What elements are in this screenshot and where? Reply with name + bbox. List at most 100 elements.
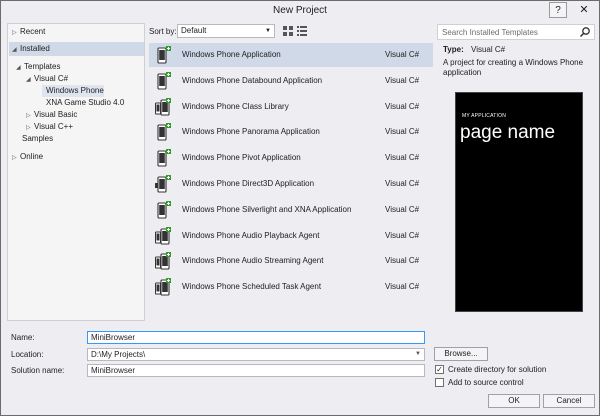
template-row[interactable]: Windows Phone Audio Playback Agent Visual…: [149, 224, 433, 248]
phone-pivot-icon: [155, 149, 171, 167]
template-language: Visual C#: [385, 50, 420, 59]
tree-item-label: Templates: [24, 62, 61, 71]
template-name: Windows Phone Databound Application: [182, 75, 323, 85]
template-language: Visual C#: [385, 204, 420, 214]
phone-preview: MY APPLICATION page name: [455, 92, 583, 312]
template-toolbar: Sort by: Default ▼: [149, 23, 433, 41]
chevron-down-icon: ▼: [415, 351, 421, 357]
template-row[interactable]: Windows Phone Direct3D Application Visual…: [149, 172, 433, 196]
source-control-label: Add to source control: [448, 378, 524, 387]
tree-item-recent[interactable]: ▷ Recent: [12, 26, 45, 38]
template-name: Windows Phone Application: [182, 50, 281, 59]
create-directory-checkbox[interactable]: ✓: [435, 365, 444, 374]
tree-item-label: Online: [20, 152, 44, 161]
template-name: Windows Phone Audio Streaming Agent: [182, 256, 324, 266]
template-row[interactable]: Windows Phone Application Visual C#: [149, 43, 433, 67]
template-name: Windows Phone Scheduled Task Agent: [182, 282, 322, 292]
tree-item-samples[interactable]: Samples: [22, 133, 53, 145]
phone-silverlight-xna-icon: [155, 200, 171, 219]
template-tree: ▷ Recent ◢ Installed ◢ Templates ◢ Visual C#…: [7, 23, 145, 321]
location-field[interactable]: D:\My Projects\ ▼: [87, 348, 425, 361]
tree-item-label: Installed: [20, 44, 50, 53]
template-description: A project for creating a Windows Phone a…: [443, 58, 584, 77]
type-label: Type:: [443, 45, 464, 54]
template-language: Visual C#: [385, 153, 420, 163]
location-value: D:\My Projects\: [91, 350, 146, 359]
template-name: Windows Phone Audio Playback Agent: [182, 230, 320, 240]
template-language: Visual C#: [385, 230, 420, 240]
expand-arrow-icon: ▷: [12, 155, 17, 161]
search-icon[interactable]: [579, 26, 591, 38]
template-details: Search Installed Templates Type: Visual …: [437, 23, 595, 321]
help-button[interactable]: ?: [549, 2, 567, 18]
template-language: Visual C#: [385, 179, 420, 188]
list-view-icon[interactable]: [297, 26, 307, 36]
phone-direct3d-icon: [155, 175, 171, 193]
close-button[interactable]: ✕: [575, 2, 593, 18]
create-directory-label: Create directory for solution: [448, 365, 547, 374]
template-row[interactable]: Windows Phone Pivot Application Visual C#: [149, 146, 433, 170]
tree-item-visual-cpp[interactable]: ▷ Visual C++: [26, 121, 73, 133]
ok-button[interactable]: OK: [488, 394, 540, 408]
phone-databound-icon: [155, 71, 171, 90]
template-name: Windows Phone Silverlight and XNA Applic…: [182, 204, 352, 214]
template-row[interactable]: Windows Phone Silverlight and XNA Applic…: [149, 198, 433, 222]
tree-item-windows-phone[interactable]: Windows Phone: [46, 85, 104, 97]
tree-item-visual-csharp[interactable]: ◢ Visual C#: [26, 73, 68, 85]
template-language: Visual C#: [385, 101, 420, 111]
solution-name-label: Solution name:: [11, 366, 65, 375]
template-name: Windows Phone Class Library: [182, 101, 289, 111]
type-value: Visual C#: [471, 45, 506, 54]
dialog-title: New Project: [273, 5, 327, 16]
cancel-button[interactable]: Cancel: [543, 394, 595, 408]
small-icons-view-icon[interactable]: [283, 26, 293, 36]
sort-label: Sort by:: [149, 27, 177, 36]
name-field[interactable]: MiniBrowser: [87, 331, 425, 344]
template-row[interactable]: Windows Phone Audio Streaming Agent Visua…: [149, 249, 433, 273]
tree-item-label: Visual C#: [34, 74, 69, 83]
phone-class-library-icon: [155, 97, 171, 116]
expand-arrow-icon: ▷: [12, 30, 17, 36]
tree-item-templates[interactable]: ◢ Templates: [16, 61, 60, 73]
collapse-arrow-icon: ◢: [26, 77, 31, 83]
preview-page-name: page name: [460, 122, 556, 143]
location-label: Location:: [11, 350, 44, 359]
tree-item-label: Visual C++: [34, 122, 73, 131]
chevron-down-icon: ▼: [265, 28, 271, 34]
tree-item-label: Recent: [20, 27, 46, 36]
project-form: Name: MiniBrowser Location: D:\My Projec…: [1, 327, 599, 415]
collapse-arrow-icon: ◢: [16, 65, 21, 71]
template-language: Visual C#: [385, 256, 420, 266]
template-language: Visual C#: [385, 127, 420, 137]
template-language: Visual C#: [385, 75, 420, 85]
tree-item-visual-basic[interactable]: ▷ Visual Basic: [26, 109, 77, 121]
phone-app-icon: [155, 46, 171, 64]
solution-name-field[interactable]: MiniBrowser: [87, 364, 425, 377]
phone-audio-streaming-icon: [155, 252, 171, 270]
template-name: Windows Phone Panorama Application: [182, 127, 320, 137]
sort-select[interactable]: Default ▼: [177, 24, 275, 38]
tree-item-xna[interactable]: XNA Game Studio 4.0: [46, 97, 124, 109]
title-bar: New Project ? ✕: [1, 1, 599, 21]
tree-item-label: Visual Basic: [34, 110, 78, 119]
browse-button[interactable]: Browse...: [434, 347, 488, 361]
collapse-arrow-icon: ◢: [12, 47, 17, 53]
phone-panorama-icon: [155, 123, 171, 141]
template-row[interactable]: Windows Phone Class Library Visual C#: [149, 95, 433, 119]
tree-item-installed[interactable]: ◢ Installed: [12, 43, 50, 55]
phone-audio-playback-icon: [155, 226, 171, 245]
search-placeholder: Search Installed Templates: [442, 28, 538, 37]
source-control-checkbox[interactable]: [435, 378, 444, 387]
template-language: Visual C#: [385, 282, 420, 292]
template-row[interactable]: Windows Phone Databound Application Visua…: [149, 69, 433, 93]
template-name: Windows Phone Direct3D Application: [182, 179, 315, 188]
sort-value: Default: [181, 26, 207, 35]
template-row[interactable]: Windows Phone Panorama Application Visual…: [149, 120, 433, 144]
search-input[interactable]: Search Installed Templates: [437, 24, 595, 40]
template-row[interactable]: Windows Phone Scheduled Task Agent Visual…: [149, 275, 433, 299]
new-project-dialog: New Project ? ✕ ▷ Recent ◢ Installed ◢ Temp…: [0, 0, 600, 416]
preview-app-title: MY APPLICATION: [462, 113, 507, 119]
tree-item-online[interactable]: ▷ Online: [12, 151, 43, 163]
phone-scheduled-task-icon: [155, 278, 171, 296]
template-list: Windows Phone Application Visual C# Window…: [149, 43, 433, 313]
